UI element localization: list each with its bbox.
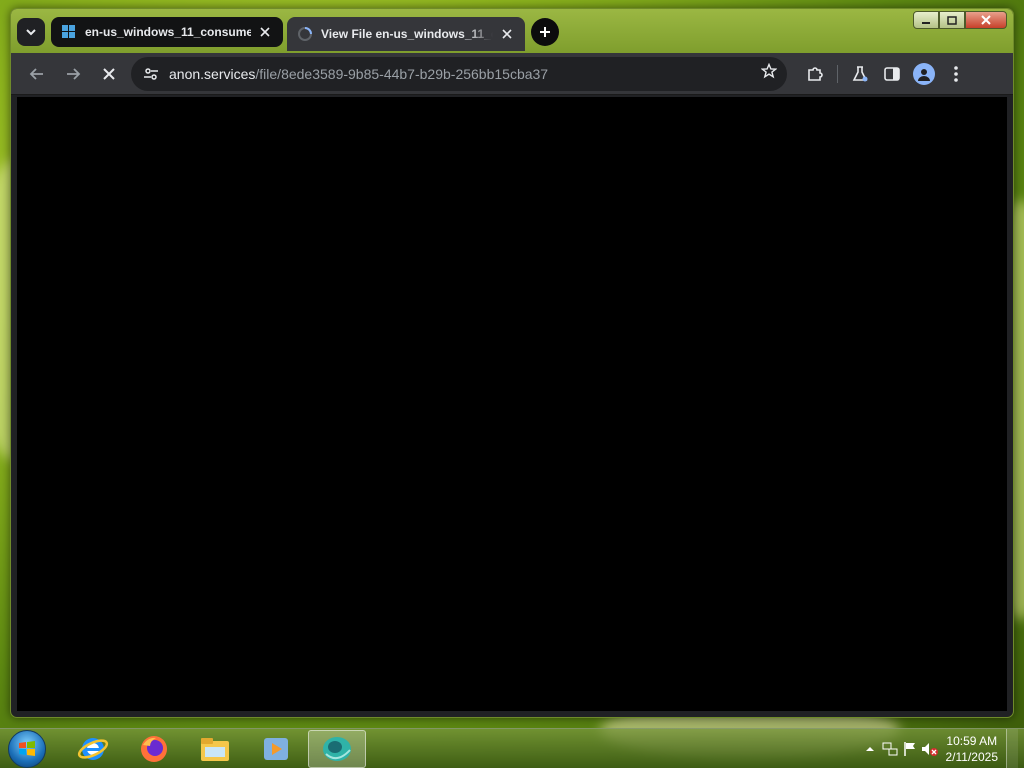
url-text[interactable]: anon.services/file/8ede3589-9b85-44b7-b2… bbox=[169, 66, 761, 82]
start-button[interactable] bbox=[8, 729, 46, 768]
close-window-button[interactable] bbox=[965, 11, 1007, 29]
person-icon bbox=[918, 68, 930, 81]
taskbar-media-player[interactable] bbox=[247, 730, 305, 768]
taskbar: 10:59 AM 2/11/2025 bbox=[0, 728, 1024, 768]
restore-icon bbox=[947, 16, 957, 25]
bookmark-star-button[interactable] bbox=[760, 62, 778, 84]
browser-toolbar: anon.services/file/8ede3589-9b85-44b7-b2… bbox=[11, 53, 1013, 95]
taskbar-internet-explorer[interactable] bbox=[64, 730, 122, 768]
chevron-up-icon bbox=[865, 746, 874, 751]
tune-icon bbox=[144, 67, 158, 80]
menu-button[interactable] bbox=[940, 58, 972, 90]
chevron-down-icon bbox=[26, 29, 36, 36]
address-bar[interactable]: anon.services/file/8ede3589-9b85-44b7-b2… bbox=[131, 56, 787, 91]
browser-app-icon bbox=[323, 736, 351, 761]
action-center-flag-icon[interactable] bbox=[900, 739, 920, 759]
show-hidden-icons-button[interactable] bbox=[860, 739, 880, 759]
labs-button[interactable] bbox=[844, 58, 876, 90]
tab-search-button[interactable] bbox=[17, 18, 45, 46]
tab-view-file[interactable]: View File en-us_windows_11_c bbox=[287, 17, 525, 51]
new-tab-button[interactable] bbox=[531, 18, 559, 46]
tab-strip: en-us_windows_11_consumer_ View File en-… bbox=[17, 15, 893, 51]
taskbar-file-explorer[interactable] bbox=[186, 730, 244, 768]
show-desktop-button[interactable] bbox=[1006, 728, 1018, 768]
extensions-button[interactable] bbox=[799, 58, 831, 90]
internet-explorer-icon bbox=[77, 737, 109, 760]
stop-loading-button[interactable] bbox=[93, 58, 125, 90]
url-host: anon.services bbox=[169, 65, 256, 82]
page-content-viewport[interactable] bbox=[17, 97, 1007, 711]
network-icon[interactable] bbox=[880, 739, 900, 759]
tab-windows-download[interactable]: en-us_windows_11_consumer_ bbox=[51, 17, 283, 47]
avatar bbox=[913, 62, 935, 85]
maximize-button[interactable] bbox=[939, 11, 965, 29]
system-tray: 10:59 AM 2/11/2025 bbox=[860, 728, 1024, 768]
windows-favicon-icon bbox=[61, 24, 77, 40]
star-icon bbox=[760, 62, 778, 79]
media-player-icon bbox=[264, 737, 288, 760]
clock-date: 2/11/2025 bbox=[945, 749, 999, 764]
flask-icon bbox=[852, 65, 868, 81]
plus-icon bbox=[540, 27, 550, 37]
close-icon bbox=[103, 67, 115, 80]
kebab-menu-icon bbox=[954, 65, 958, 82]
back-button[interactable] bbox=[21, 58, 53, 90]
taskbar-clock[interactable]: 10:59 AM 2/11/2025 bbox=[946, 733, 999, 765]
minimize-button[interactable] bbox=[913, 11, 939, 29]
tab-close-button[interactable] bbox=[499, 26, 515, 42]
firefox-icon bbox=[141, 735, 167, 762]
url-path: /file/8ede3589-9b85-44b7-b29b-256bb15cba… bbox=[255, 65, 549, 82]
side-panel-icon bbox=[884, 66, 900, 81]
arrow-right-icon bbox=[67, 67, 81, 80]
toolbar-divider bbox=[837, 64, 838, 83]
taskbar-chrome-active[interactable] bbox=[308, 729, 366, 768]
tab-title: en-us_windows_11_consumer_ bbox=[85, 25, 251, 39]
profile-button[interactable] bbox=[908, 58, 940, 90]
folder-icon bbox=[201, 737, 229, 761]
puzzle-icon bbox=[808, 66, 823, 81]
browser-window: en-us_windows_11_consumer_ View File en-… bbox=[10, 8, 1014, 718]
site-info-button[interactable] bbox=[141, 64, 161, 84]
minimize-icon bbox=[922, 22, 930, 24]
close-icon bbox=[260, 27, 270, 37]
close-icon bbox=[981, 15, 991, 25]
clock-time: 10:59 AM bbox=[946, 733, 998, 748]
loading-spinner-icon bbox=[297, 26, 313, 42]
volume-muted-icon[interactable] bbox=[920, 739, 940, 759]
window-caption-buttons bbox=[913, 11, 1007, 29]
arrow-left-icon bbox=[29, 67, 43, 80]
tab-title: View File en-us_windows_11_c bbox=[321, 27, 493, 41]
close-icon bbox=[502, 29, 512, 39]
tab-close-button[interactable] bbox=[257, 24, 273, 40]
taskbar-firefox[interactable] bbox=[125, 730, 183, 768]
side-panel-button[interactable] bbox=[876, 58, 908, 90]
windows-logo-icon bbox=[19, 740, 35, 756]
forward-button[interactable] bbox=[57, 58, 89, 90]
